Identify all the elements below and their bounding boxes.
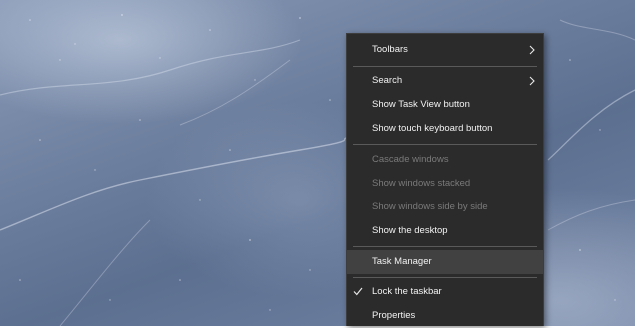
menu-item-label: Show windows stacked [372,178,471,189]
menu-item-label: Properties [372,310,416,321]
menu-item-task-manager[interactable]: Task Manager [347,250,543,274]
menu-item-label: Show touch keyboard button [372,123,493,134]
menu-item-show-the-desktop[interactable]: Show the desktop [347,219,543,243]
menu-item-lock-the-taskbar[interactable]: Lock the taskbar [347,280,543,304]
taskbar-context-menu: Toolbars Search Show Task View button Sh… [346,33,544,326]
menu-item-label: Search [372,75,403,86]
menu-item-show-windows-stacked: Show windows stacked [347,172,543,196]
chevron-right-icon [529,76,535,86]
menu-separator [353,66,537,67]
checkmark-icon [353,287,363,296]
menu-separator [353,246,537,247]
menu-item-label: Cascade windows [372,154,449,165]
menu-item-label: Show the desktop [372,225,448,236]
menu-item-label: Show Task View button [372,99,470,110]
chevron-right-icon [529,45,535,55]
menu-item-show-windows-side-by-side: Show windows side by side [347,195,543,219]
menu-item-cascade-windows: Cascade windows [347,148,543,172]
menu-item-label: Toolbars [372,44,408,55]
menu-item-properties[interactable]: Properties [347,304,543,328]
menu-item-label: Lock the taskbar [372,286,442,297]
menu-item-show-task-view-button[interactable]: Show Task View button [347,93,543,117]
menu-item-toolbars[interactable]: Toolbars [347,38,543,62]
menu-separator [353,277,537,278]
menu-separator [353,144,537,145]
menu-item-search[interactable]: Search [347,69,543,93]
menu-item-label: Task Manager [372,256,432,267]
menu-item-show-touch-keyboard-button[interactable]: Show touch keyboard button [347,117,543,141]
menu-item-label: Show windows side by side [372,201,488,212]
